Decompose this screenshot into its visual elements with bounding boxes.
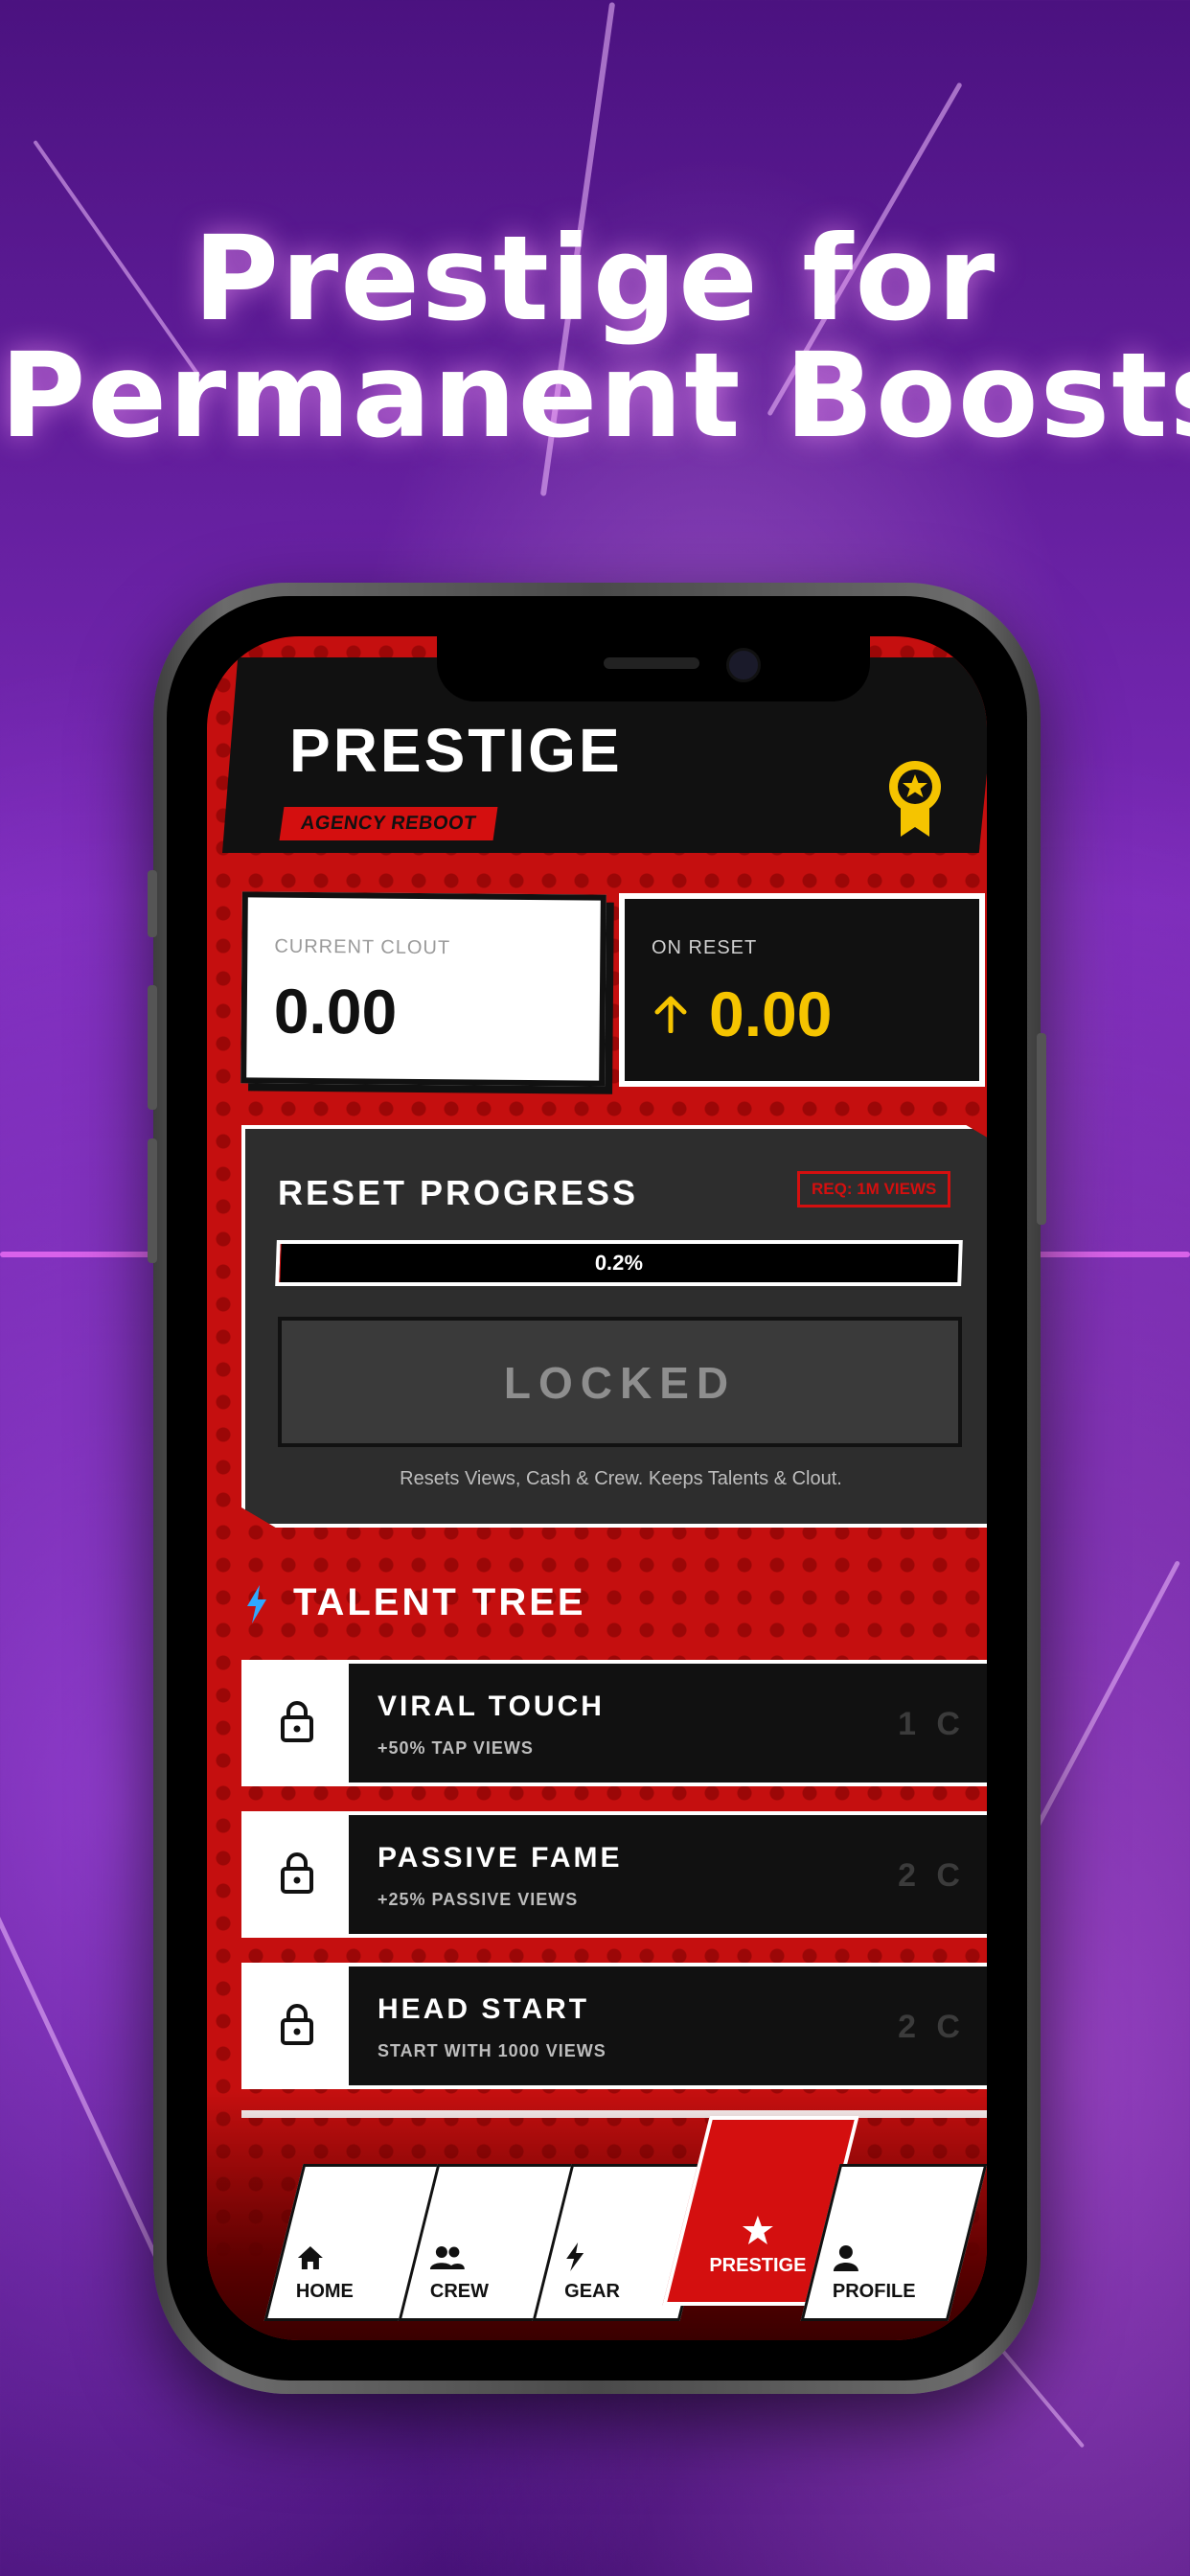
- talent-cost: 1 C: [898, 1706, 966, 1742]
- phone-bezel: PRESTIGE AGENCY REBOOT CURRENT CLOUT 0.0…: [167, 596, 1027, 2380]
- talent-name: VIRAL TOUCH: [378, 1690, 605, 1722]
- nav-label-crew: CREW: [429, 2281, 490, 2302]
- prestige-reset-button[interactable]: LOCKED: [278, 1317, 962, 1447]
- camera: [726, 648, 761, 682]
- reset-progress-panel: RESET PROGRESS REQ: 1M VIEWS 0.2% LOCKED…: [241, 1125, 987, 1528]
- talent-lock-box: [245, 1966, 349, 2085]
- locked-button-label: LOCKED: [503, 1358, 737, 1408]
- home-icon: [297, 2246, 323, 2269]
- award-medal-icon: [889, 761, 941, 837]
- arrow-up-icon: [654, 996, 687, 1033]
- nav-label-profile: PROFILE: [832, 2281, 916, 2302]
- nav-label-prestige: PRESTIGE: [709, 2255, 807, 2276]
- promo-headline-line1: Prestige for: [193, 211, 997, 347]
- progress-percent: 0.2%: [594, 1251, 644, 1275]
- lock-icon: [281, 1852, 313, 1894]
- users-icon: [429, 2246, 465, 2269]
- talent-cost: 2 C: [898, 2009, 966, 2045]
- page-title: PRESTIGE: [289, 716, 623, 785]
- lightning-icon: [247, 1585, 266, 1623]
- star-icon: [742, 2216, 773, 2244]
- app-screen: PRESTIGE AGENCY REBOOT CURRENT CLOUT 0.0…: [207, 636, 987, 2340]
- lightning-icon: [566, 2242, 584, 2271]
- current-clout-card: CURRENT CLOUT 0.00: [240, 891, 606, 1087]
- talent-tree-title: TALENT TREE: [293, 1581, 586, 1623]
- talent-lock-box: [245, 1815, 349, 1934]
- lock-icon: [281, 1701, 313, 1742]
- reset-progress-title: RESET PROGRESS: [278, 1173, 639, 1212]
- talent-cost: 2 C: [898, 1857, 966, 1894]
- talent-item-passive-fame[interactable]: PASSIVE FAME +25% PASSIVE VIEWS 2 C: [241, 1811, 987, 1938]
- reset-note: Resets Views, Cash & Crew. Keeps Talents…: [400, 1468, 842, 1489]
- on-reset-label: ON RESET: [652, 937, 758, 958]
- talent-name: HEAD START: [378, 1993, 590, 2025]
- phone-volume-down: [148, 1138, 157, 1263]
- talent-desc: START WITH 1000 VIEWS: [378, 2041, 606, 2060]
- talent-lock-box: [245, 1664, 349, 1782]
- current-clout-label: CURRENT CLOUT: [274, 935, 451, 959]
- promo-headline-line2: Permanent Boosts: [0, 328, 1190, 464]
- talent-item-head-start[interactable]: HEAD START START WITH 1000 VIEWS 2 C: [241, 1963, 987, 2089]
- phone-notch: [437, 636, 870, 702]
- nav-label-home: HOME: [295, 2281, 354, 2302]
- user-icon: [833, 2245, 858, 2271]
- on-reset-value: 0.00: [709, 978, 833, 1049]
- nav-label-gear: GEAR: [564, 2281, 620, 2302]
- promo-headline: Prestige for Permanent Boosts: [0, 220, 1190, 454]
- talent-item-viral-touch[interactable]: VIRAL TOUCH +50% TAP VIEWS 1 C: [241, 1660, 987, 1786]
- agency-reboot-badge: AGENCY REBOOT: [279, 807, 498, 840]
- lock-icon: [281, 2004, 313, 2045]
- reset-progress-bar: 0.2%: [275, 1240, 963, 1286]
- talent-desc: +50% TAP VIEWS: [378, 1738, 534, 1758]
- current-clout-value: 0.00: [273, 975, 398, 1047]
- phone-frame: PRESTIGE AGENCY REBOOT CURRENT CLOUT 0.0…: [148, 583, 1046, 2394]
- phone-volume-up: [148, 985, 157, 1110]
- talent-desc: +25% PASSIVE VIEWS: [378, 1890, 579, 1909]
- phone-side-button: [148, 870, 157, 937]
- speaker: [604, 657, 699, 669]
- talent-name: PASSIVE FAME: [378, 1842, 623, 1874]
- on-reset-card: ON RESET 0.00: [619, 893, 985, 1087]
- requirement-badge: REQ: 1M VIEWS: [797, 1171, 951, 1208]
- phone-power-button: [1037, 1033, 1046, 1225]
